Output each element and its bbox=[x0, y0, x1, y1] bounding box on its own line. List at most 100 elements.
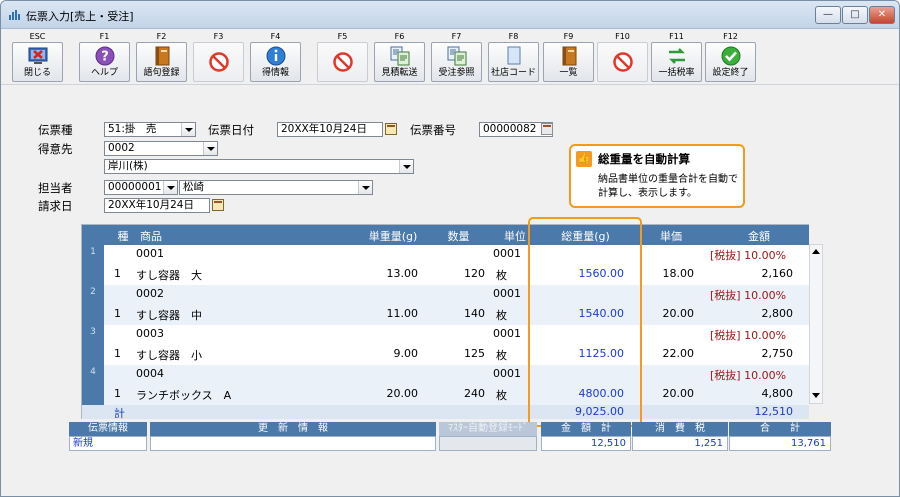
f12-settings-end-button[interactable]: F12 設定終了 bbox=[703, 31, 758, 83]
esc-button[interactable]: ESC 閉じる bbox=[10, 31, 65, 83]
amount: 2,800 bbox=[761, 307, 794, 320]
transfer-icon bbox=[390, 46, 410, 66]
tax-rate: [税抜] 10.00% bbox=[710, 369, 787, 382]
unit-weight: 11.00 bbox=[386, 307, 419, 320]
customer-code-select[interactable]: 0002 bbox=[104, 141, 218, 156]
f3-button[interactable]: F3 bbox=[191, 31, 246, 83]
product-name: すし容器 小 bbox=[136, 349, 202, 362]
chevron-down-icon[interactable] bbox=[163, 181, 177, 194]
f6-key-label: F6 bbox=[394, 32, 405, 41]
close-window-icon bbox=[28, 47, 48, 64]
f5-button[interactable]: F5 bbox=[315, 31, 370, 83]
chevron-down-icon[interactable] bbox=[181, 123, 195, 136]
f7-button-label: 受注参照 bbox=[438, 68, 475, 78]
voucher-type-value: 51:掛 売 bbox=[108, 123, 157, 135]
f11-bulk-tax-button[interactable]: F11 一括税率 bbox=[649, 31, 704, 83]
check-icon bbox=[721, 46, 741, 66]
billing-date-input[interactable]: 20XX年10月24日 bbox=[104, 198, 210, 213]
product-code: 0002 bbox=[136, 287, 164, 300]
scroll-down-icon[interactable] bbox=[812, 393, 820, 398]
product-name: すし容器 大 bbox=[136, 269, 202, 282]
quantity: 240 bbox=[464, 387, 485, 400]
total-label: 計 bbox=[114, 407, 125, 420]
svg-text:?: ? bbox=[101, 50, 109, 65]
f1-button-label: ヘルプ bbox=[90, 68, 118, 78]
f9-key-label: F9 bbox=[563, 32, 574, 41]
close-button[interactable]: ✕ bbox=[869, 6, 895, 24]
grid-header: 種 商品 単重量(g) 数量 単位 総重量(g) 単価 金額 bbox=[82, 225, 809, 245]
row-index: 4 bbox=[82, 365, 104, 405]
unit-code: 0001 bbox=[493, 327, 521, 340]
table-row[interactable]: 4 1 0004 ランチボックス A 20.00 240 0001 枚 4800… bbox=[82, 365, 809, 405]
f4-info-button[interactable]: F4 得情報 bbox=[248, 31, 303, 83]
function-key-toolbar: ESC 閉じる F1 ? ヘルプ F2 語句登録 F3 F4 得情報 F5 F6… bbox=[1, 29, 899, 83]
f1-help-button[interactable]: F1 ? ヘルプ bbox=[77, 31, 132, 83]
product-code: 0004 bbox=[136, 367, 164, 380]
table-row[interactable]: 2 1 0002 すし容器 中 11.00 140 0001 枚 1540.00… bbox=[82, 285, 809, 325]
thumbs-up-icon: 👍 bbox=[576, 151, 592, 167]
unit-price: 22.00 bbox=[662, 347, 695, 360]
callout-title: 総重量を自動計算 bbox=[598, 152, 690, 166]
update-info-label: 更 新 情 報 bbox=[150, 422, 436, 436]
voucher-type-select[interactable]: 51:掛 売 bbox=[104, 122, 196, 137]
app-icon bbox=[9, 10, 20, 20]
chevron-down-icon[interactable] bbox=[358, 181, 372, 194]
f11-button-label: 一括税率 bbox=[658, 68, 695, 78]
f1-key-label: F1 bbox=[99, 32, 110, 41]
chevron-down-icon[interactable] bbox=[203, 142, 217, 155]
col-quantity-header: 数量 bbox=[447, 230, 470, 243]
table-row[interactable]: 1 1 0001 すし容器 大 13.00 120 0001 枚 1560.00… bbox=[82, 245, 809, 285]
f4-button-label: 得情報 bbox=[261, 68, 289, 78]
product-name: ランチボックス A bbox=[136, 389, 232, 402]
consumption-tax-value: 1,251 bbox=[632, 436, 728, 451]
f12-button-label: 設定終了 bbox=[712, 68, 749, 78]
customer-name-select[interactable]: 岸川(株) bbox=[104, 159, 414, 174]
main-window: 伝票入力[売上・受注] — □ ✕ ESC 閉じる F1 ? ヘルプ F2 語句… bbox=[0, 0, 900, 497]
calculator-icon[interactable] bbox=[541, 123, 553, 135]
no-entry-icon bbox=[209, 52, 229, 72]
f8-key-label: F8 bbox=[508, 32, 519, 41]
unit-code: 0001 bbox=[493, 287, 521, 300]
customer-code-value: 0002 bbox=[108, 142, 135, 154]
staff-name-select[interactable]: 松崎 bbox=[179, 180, 373, 195]
window-title: 伝票入力[売上・受注] bbox=[26, 10, 134, 23]
calendar-icon[interactable] bbox=[385, 123, 397, 135]
amount: 4,800 bbox=[761, 387, 794, 400]
unit: 枚 bbox=[496, 389, 507, 402]
help-icon: ? bbox=[95, 46, 115, 66]
staff-code-select[interactable]: 00000001 bbox=[104, 180, 178, 195]
f10-key-label: F10 bbox=[615, 32, 630, 41]
unit-weight: 9.00 bbox=[393, 347, 419, 360]
f10-button[interactable]: F10 bbox=[595, 31, 650, 83]
f4-key-label: F4 bbox=[270, 32, 281, 41]
f6-estimate-transfer-button[interactable]: F6 見積転送 bbox=[372, 31, 427, 83]
master-auto-register-label[interactable]: ﾏｽﾀｰ自動登録ﾓｰﾄﾞ bbox=[439, 422, 537, 436]
voucher-info-value: 新規 bbox=[69, 436, 147, 451]
vertical-scrollbar[interactable] bbox=[809, 244, 823, 404]
tax-rate: [税抜] 10.00% bbox=[710, 289, 787, 302]
voucher-date-input[interactable]: 20XX年10月24日 bbox=[277, 122, 383, 137]
voucher-number-label: 伝票番号 bbox=[410, 123, 456, 137]
grand-total-label: 合 計 bbox=[729, 422, 831, 436]
row-type: 1 bbox=[114, 307, 121, 320]
minimize-button[interactable]: — bbox=[815, 6, 841, 24]
scroll-up-icon[interactable] bbox=[812, 249, 820, 254]
unit-code: 0001 bbox=[493, 367, 521, 380]
f7-order-reference-button[interactable]: F7 受注参照 bbox=[429, 31, 484, 83]
f8-store-code-button[interactable]: F8 社店コード bbox=[486, 31, 541, 83]
amount: 2,750 bbox=[761, 347, 794, 360]
f2-phrase-register-button[interactable]: F2 語句登録 bbox=[134, 31, 189, 83]
table-row[interactable]: 3 1 0003 すし容器 小 9.00 125 0001 枚 1125.00 … bbox=[82, 325, 809, 365]
f3-key-label: F3 bbox=[213, 32, 224, 41]
f9-list-button[interactable]: F9 一覧 bbox=[541, 31, 596, 83]
maximize-button[interactable]: □ bbox=[842, 6, 868, 24]
chevron-down-icon[interactable] bbox=[399, 160, 413, 173]
voucher-type-label: 伝票種 bbox=[38, 123, 73, 137]
consumption-tax-label: 消 費 税 bbox=[632, 422, 728, 436]
unit-code: 0001 bbox=[493, 247, 521, 260]
row-index: 2 bbox=[82, 285, 104, 325]
footer-summary: 伝票情報 新規 更 新 情 報 ﾏｽﾀｰ自動登録ﾓｰﾄﾞ 金 額 計 12,51… bbox=[69, 422, 832, 452]
no-entry-icon bbox=[613, 52, 633, 72]
product-name: すし容器 中 bbox=[136, 309, 202, 322]
calendar-icon[interactable] bbox=[212, 199, 224, 211]
